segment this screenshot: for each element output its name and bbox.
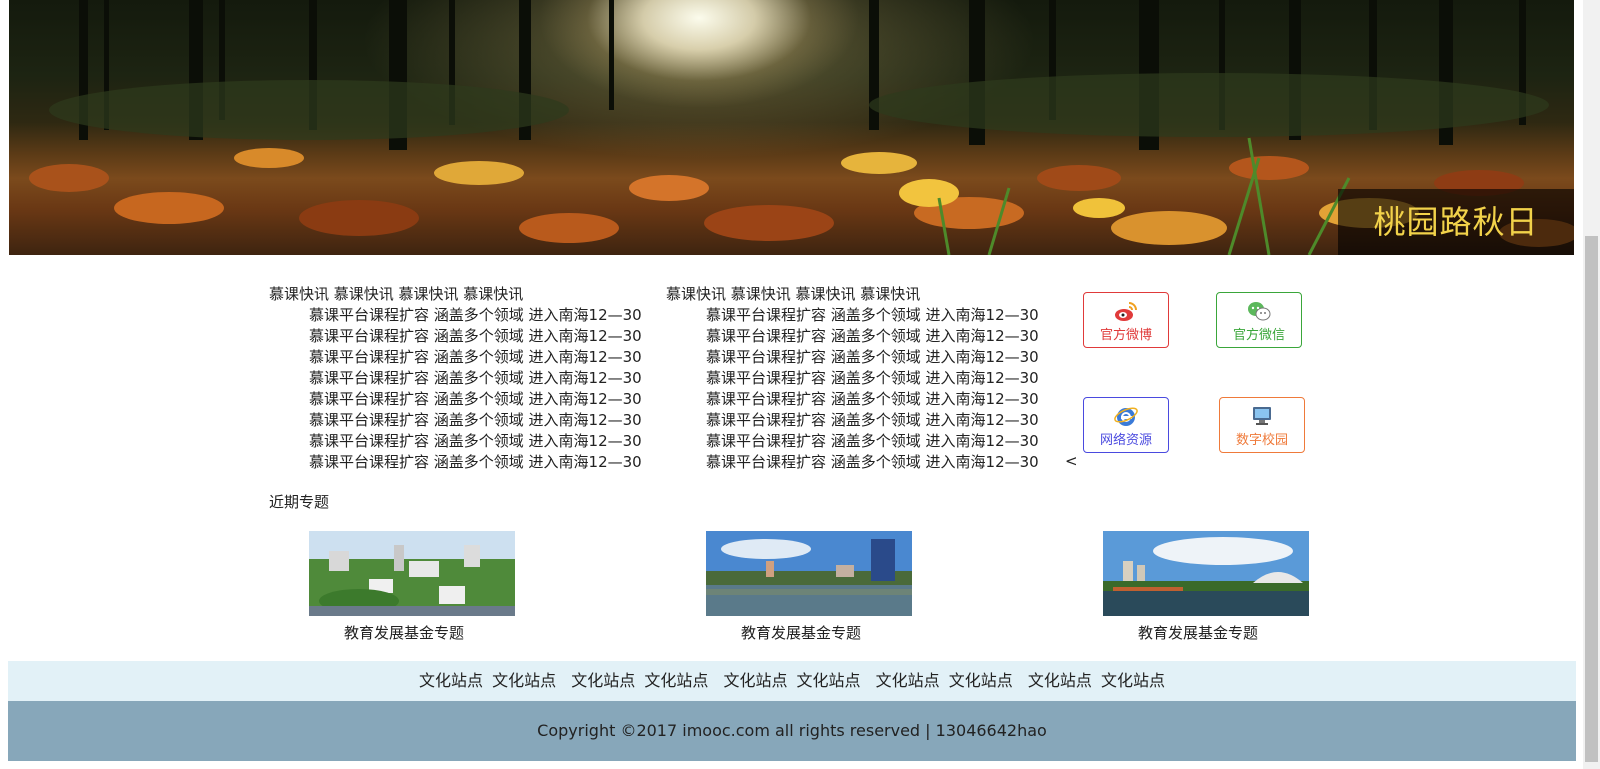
stray-text-mark: < [1065, 452, 1078, 470]
weibo-icon [1115, 302, 1137, 321]
topics-section-title: 近期专题 [269, 493, 330, 511]
topic-card[interactable]: 教育发展基金专题 [309, 531, 515, 643]
topic-caption[interactable]: 教育发展基金专题 [309, 622, 499, 643]
wechat-button[interactable]: 官方微信 [1216, 292, 1302, 348]
footer-site-link[interactable]: 文化站点 [797, 661, 861, 701]
news-item[interactable]: 慕课平台课程扩容 涵盖多个领域 进入南海12—30 [269, 305, 689, 326]
news-item[interactable]: 慕课平台课程扩容 涵盖多个领域 进入南海12—30 [269, 410, 689, 431]
news-item[interactable]: 慕课平台课程扩容 涵盖多个领域 进入南海12—30 [666, 326, 1086, 347]
news-item[interactable]: 慕课平台课程扩容 涵盖多个领域 进入南海12—30 [269, 326, 689, 347]
campus-aerial-photo[interactable] [309, 531, 515, 616]
topic-caption[interactable]: 教育发展基金专题 [1103, 622, 1293, 643]
news-item[interactable]: 慕课平台课程扩容 涵盖多个领域 进入南海12—30 [666, 347, 1086, 368]
digital-campus-label: 数字校园 [1235, 433, 1288, 448]
news-item[interactable]: 慕课平台课程扩容 涵盖多个领域 进入南海12—30 [666, 452, 1086, 473]
topic-card[interactable]: 教育发展基金专题 [1103, 531, 1309, 643]
news-item[interactable]: 慕课平台课程扩容 涵盖多个领域 进入南海12—30 [269, 389, 689, 410]
footer-site-link[interactable]: 文化站点 [723, 661, 787, 701]
lake-campus-photo[interactable] [706, 531, 912, 616]
hero-banner-image[interactable]: 桃园路秋日 [9, 0, 1574, 255]
copyright-text: Copyright ©2017 imooc.com all rights res… [537, 721, 1047, 740]
footer-site-link[interactable]: 文化站点 [419, 661, 483, 701]
footer-site-link[interactable]: 文化站点 [876, 661, 940, 701]
news-item[interactable]: 慕课平台课程扩容 涵盖多个领域 进入南海12—30 [666, 431, 1086, 452]
footer-site-link[interactable]: 文化站点 [1101, 661, 1165, 701]
news-item[interactable]: 慕课平台课程扩容 涵盖多个领域 进入南海12—30 [269, 368, 689, 389]
vertical-scrollbar-thumb[interactable] [1585, 236, 1598, 762]
news-item[interactable]: 慕课平台课程扩容 涵盖多个领域 进入南海12—30 [666, 305, 1086, 326]
topic-caption[interactable]: 教育发展基金专题 [706, 622, 896, 643]
page: 桃园路秋日 慕课快讯 慕课快讯 慕课快讯 慕课快讯 慕课平台课程扩容 涵盖多个领… [0, 0, 1600, 769]
footer-site-links: 文化站点 文化站点 文化站点 文化站点 文化站点 文化站点 文化站点 文化站点 … [8, 661, 1576, 701]
news-column-right: 慕课快讯 慕课快讯 慕课快讯 慕课快讯 慕课平台课程扩容 涵盖多个领域 进入南海… [666, 284, 1086, 473]
news-column-left: 慕课快讯 慕课快讯 慕课快讯 慕课快讯 慕课平台课程扩容 涵盖多个领域 进入南海… [269, 284, 689, 473]
web-resources-button[interactable]: 网络资源 [1083, 397, 1169, 453]
weibo-button[interactable]: 官方微博 [1083, 292, 1169, 348]
topic-card[interactable]: 教育发展基金专题 [706, 531, 912, 643]
news-item[interactable]: 慕课平台课程扩容 涵盖多个领域 进入南海12—30 [666, 410, 1086, 431]
footer-site-link[interactable]: 文化站点 [644, 661, 708, 701]
news-item[interactable]: 慕课平台课程扩容 涵盖多个领域 进入南海12—30 [666, 389, 1086, 410]
ie-icon [1114, 407, 1138, 426]
news-item[interactable]: 慕课平台课程扩容 涵盖多个领域 进入南海12—30 [269, 452, 689, 473]
footer-site-link[interactable]: 文化站点 [492, 661, 556, 701]
web-resources-label: 网络资源 [1099, 433, 1152, 448]
digital-campus-button[interactable]: 数字校园 [1219, 397, 1305, 453]
wechat-label: 官方微信 [1232, 328, 1285, 343]
news-item[interactable]: 慕课平台课程扩容 涵盖多个领域 进入南海12—30 [666, 368, 1086, 389]
bridge-lake-photo[interactable] [1103, 531, 1309, 616]
copyright-bar: Copyright ©2017 imooc.com all rights res… [8, 701, 1576, 761]
footer-site-link[interactable]: 文化站点 [949, 661, 1013, 701]
monitor-icon [1253, 407, 1271, 425]
footer-site-link[interactable]: 文化站点 [571, 661, 635, 701]
news-item[interactable]: 慕课平台课程扩容 涵盖多个领域 进入南海12—30 [269, 347, 689, 368]
news-item[interactable]: 慕课平台课程扩容 涵盖多个领域 进入南海12—30 [269, 431, 689, 452]
footer-site-link[interactable]: 文化站点 [1028, 661, 1092, 701]
news-heading[interactable]: 慕课快讯 慕课快讯 慕课快讯 慕课快讯 [666, 284, 1086, 305]
weibo-label: 官方微博 [1099, 328, 1152, 343]
wechat-icon [1248, 302, 1271, 321]
banner-caption: 桃园路秋日 [1338, 189, 1574, 255]
news-heading[interactable]: 慕课快讯 慕课快讯 慕课快讯 慕课快讯 [269, 284, 689, 305]
